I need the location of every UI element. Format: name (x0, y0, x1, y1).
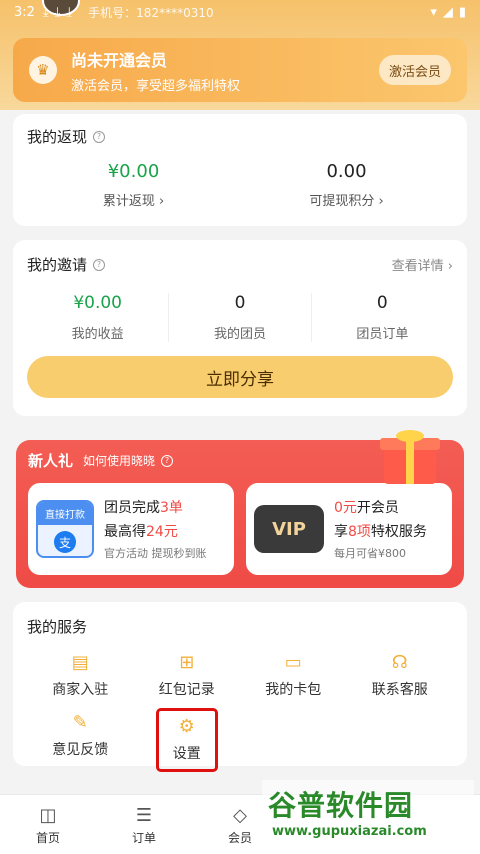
newbie-title: 新人礼 (28, 452, 74, 470)
view-details-link[interactable]: 查看详情 › (392, 255, 453, 274)
activate-vip-button[interactable]: 激活会员 (378, 55, 451, 85)
right-line1-b: 开会员 (356, 500, 399, 516)
member-orders-value: 0 (376, 293, 388, 313)
signal-icon: ◢ (442, 4, 453, 20)
service-label: 红包记录 (158, 682, 215, 698)
headset-icon: ☊ (391, 651, 408, 673)
withdrawable-points-label: 可提现积分 › (309, 194, 384, 209)
service-settings[interactable]: ⚙ 设置 (134, 708, 241, 772)
my-members-label: 我的团员 (213, 327, 266, 342)
member-orders-label: 团员订单 (356, 327, 409, 342)
right-line1-a: 0元 (334, 500, 357, 516)
left-line2-b: 24元 (146, 524, 178, 540)
direct-payout-card[interactable]: 直接打款 支 团员完成3单 最高得24元 官方活动 提现秒到账 (28, 483, 234, 575)
service-redpacket-records[interactable]: ⊞ 红包记录 (134, 649, 241, 701)
how-to-use-link[interactable]: 如何使用晓晓 (83, 452, 155, 469)
crown-icon: ♛ (29, 56, 57, 84)
service-label: 商家入驻 (52, 682, 109, 698)
tab-label: 订单 (131, 831, 156, 845)
gift-box-icon (378, 430, 442, 484)
bag-icon: ◫ (39, 804, 57, 826)
edit-icon: ✎ (72, 711, 88, 733)
service-customer-support[interactable]: ☊ 联系客服 (347, 649, 454, 701)
cashback-card: 我的返现 ? ¥0.00 累计返现 › 0.00 可提现积分 › (13, 114, 467, 226)
newbie-gift-panel: 新人礼 如何使用晓晓 ? 直接打款 支 团员完成3单 最高得24元 官方活动 提… (16, 430, 464, 588)
badge-top-label: 直接打款 (38, 502, 92, 525)
withdrawable-points[interactable]: 0.00 可提现积分 › (240, 161, 453, 209)
tab-orders[interactable]: ☰ 订单 (96, 795, 192, 854)
cashback-title: 我的返现 (27, 128, 88, 146)
my-earnings[interactable]: ¥0.00 我的收益 (27, 293, 170, 342)
total-cashback[interactable]: ¥0.00 累计返现 › (27, 161, 240, 209)
tab-label: 首页 (35, 831, 60, 845)
status-bar: 3:2 ⤓ ⤓ ⤓ 手机号：182****0310 ▾ ◢ ▮ (0, 0, 480, 24)
total-cashback-value: ¥0.00 (107, 161, 160, 182)
my-members-value: 0 (234, 293, 246, 313)
alipay-badge: 直接打款 支 (36, 500, 94, 558)
service-label: 联系客服 (371, 682, 428, 698)
left-line2-a: 最高得 (104, 524, 146, 540)
my-earnings-value: ¥0.00 (73, 293, 122, 313)
download-icon: ⤓ (66, 4, 73, 20)
service-merchant-join[interactable]: ▤ 商家入驻 (27, 649, 134, 701)
left-line1-a: 团员完成 (104, 500, 160, 516)
withdrawable-points-value: 0.00 (326, 161, 367, 182)
settings-highlight: ⚙ 设置 (155, 708, 218, 772)
phone-number: 手机号：182****0310 (88, 5, 214, 20)
my-earnings-label: 我的收益 (71, 327, 124, 342)
invite-title: 我的邀请 (27, 256, 88, 274)
vip-subtitle: 激活会员，享受超多福利特权 (71, 78, 241, 94)
service-feedback[interactable]: ✎ 意见反馈 (27, 709, 134, 771)
total-cashback-label: 累计返现 › (102, 194, 165, 209)
member-orders[interactable]: 0 团员订单 (312, 293, 453, 342)
gear-icon: ⚙ (178, 715, 195, 737)
order-icon: ☰ (135, 804, 153, 826)
tab-home[interactable]: ◫ 首页 (0, 795, 96, 854)
right-line2-b: 8项 (348, 524, 371, 540)
alipay-icon: 支 (54, 531, 76, 553)
download-icon: ⤓ (42, 4, 49, 20)
download-icon: ⤓ (54, 4, 61, 20)
share-now-button[interactable]: 立即分享 (27, 356, 453, 398)
watermark-title: 谷普软件园 (268, 789, 414, 822)
right-line2-a: 享 (334, 524, 348, 540)
service-label: 意见反馈 (52, 742, 109, 758)
right-note: 每月可省¥800 (334, 547, 406, 560)
status-time: 3:2 (14, 4, 35, 20)
my-members[interactable]: 0 我的团员 (169, 293, 312, 342)
vip-offer-card[interactable]: VIP 0元开会员 享8项特权服务 每月可省¥800 (246, 483, 452, 575)
services-title: 我的服务 (27, 618, 88, 636)
help-icon[interactable]: ? (93, 258, 106, 271)
wifi-icon: ▾ (430, 4, 437, 20)
help-icon[interactable]: ? (161, 454, 174, 467)
watermark: 谷普软件园 www.gupuxiazai.com (262, 780, 474, 850)
wallet-icon: ▭ (284, 651, 302, 673)
right-line2-c: 特权服务 (370, 524, 427, 540)
grid-icon: ⊞ (179, 651, 195, 673)
battery-icon: ▮ (458, 4, 466, 20)
invite-card: 我的邀请 ? 查看详情 › ¥0.00 我的收益 0 我的团员 0 团员订单 立… (13, 240, 467, 416)
services-card: 我的服务 ▤ 商家入驻 ⊞ 红包记录 ▭ 我的卡包 ☊ 联系客服 ✎ 意见反馈 … (13, 602, 467, 772)
watermark-url: www.gupuxiazai.com (272, 824, 427, 839)
vip-badge-icon: VIP (254, 505, 324, 553)
store-icon: ▤ (71, 651, 89, 673)
service-label: 我的卡包 (265, 682, 322, 698)
left-line1-b: 3单 (160, 500, 183, 516)
service-label: 设置 (172, 746, 201, 762)
help-icon[interactable]: ? (93, 130, 106, 143)
left-note: 官方活动 提现秒到账 (104, 547, 207, 560)
vip-title: 尚未开通会员 (71, 50, 168, 70)
service-card-wallet[interactable]: ▭ 我的卡包 (240, 649, 347, 701)
vip-banner[interactable]: ♛ 尚未开通会员 激活会员，享受超多福利特权 激活会员 (13, 38, 467, 102)
